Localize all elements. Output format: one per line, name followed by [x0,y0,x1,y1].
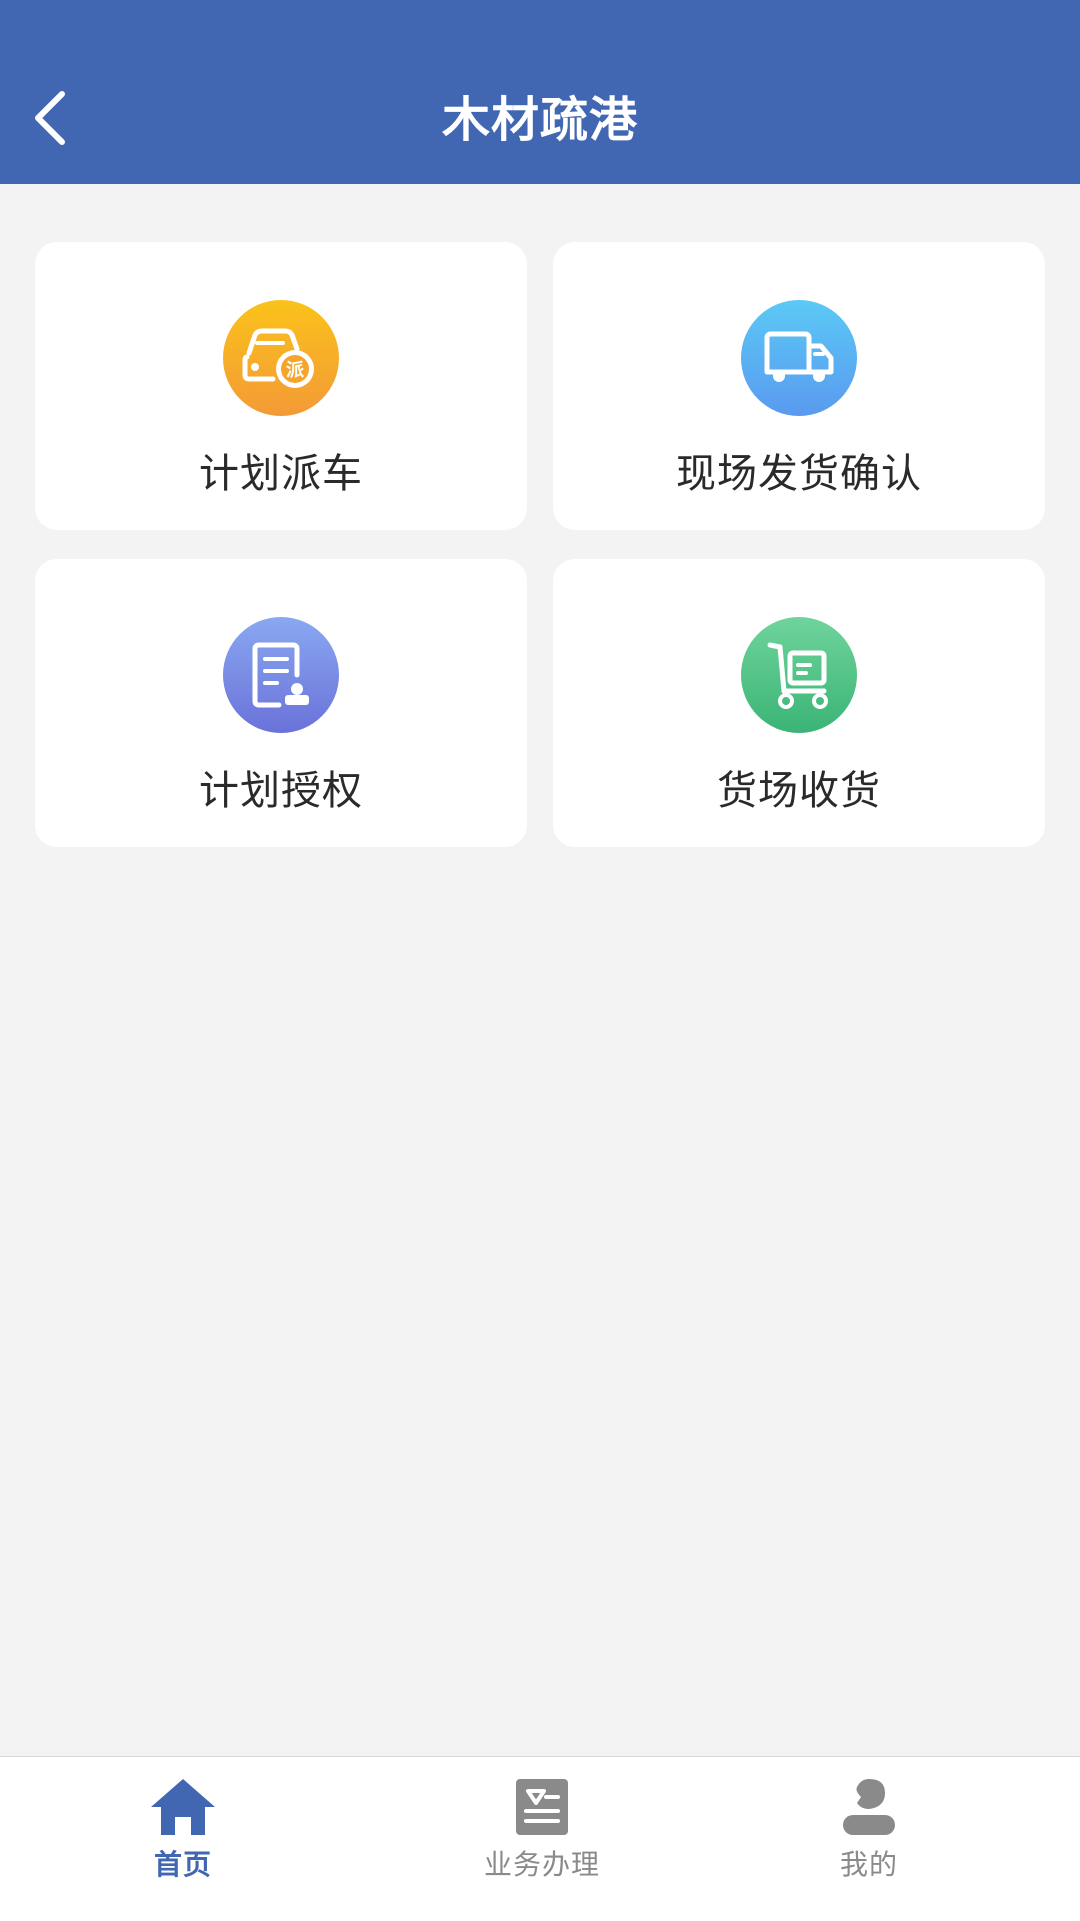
user-icon [833,1775,905,1839]
header-bar: 木材疏港 [0,0,1080,184]
tab-label: 首页 [153,1848,212,1881]
menu-card-plan-authorization[interactable]: 计划授权 [35,559,527,847]
document-stamp-icon [223,617,339,733]
menu-card-plan-dispatch[interactable]: 派 计划派车 [35,242,527,530]
menu-card-label: 货场收货 [717,768,881,814]
menu-card-label: 计划派车 [199,451,363,497]
tab-home[interactable]: 首页 [103,1757,263,1921]
truck-icon [741,300,857,416]
tab-label: 业务办理 [483,1848,600,1881]
tab-label: 我的 [839,1848,898,1881]
cart-icon [741,617,857,733]
business-icon [506,1775,578,1839]
tab-business[interactable]: 业务办理 [462,1757,622,1921]
dispatch-badge-text: 派 [286,360,305,381]
menu-card-yard-receipt[interactable]: 货场收货 [553,559,1045,847]
tab-mine[interactable]: 我的 [789,1757,949,1921]
menu-card-label: 现场发货确认 [676,451,922,497]
car-dispatch-icon: 派 [223,300,339,416]
home-icon [147,1775,219,1839]
bottom-tab-bar: 首页 业务办理 我的 [0,1756,1080,1921]
menu-card-site-shipment-confirm[interactable]: 现场发货确认 [553,242,1045,530]
menu-card-label: 计划授权 [199,768,363,814]
page-title: 木材疏港 [441,92,638,148]
